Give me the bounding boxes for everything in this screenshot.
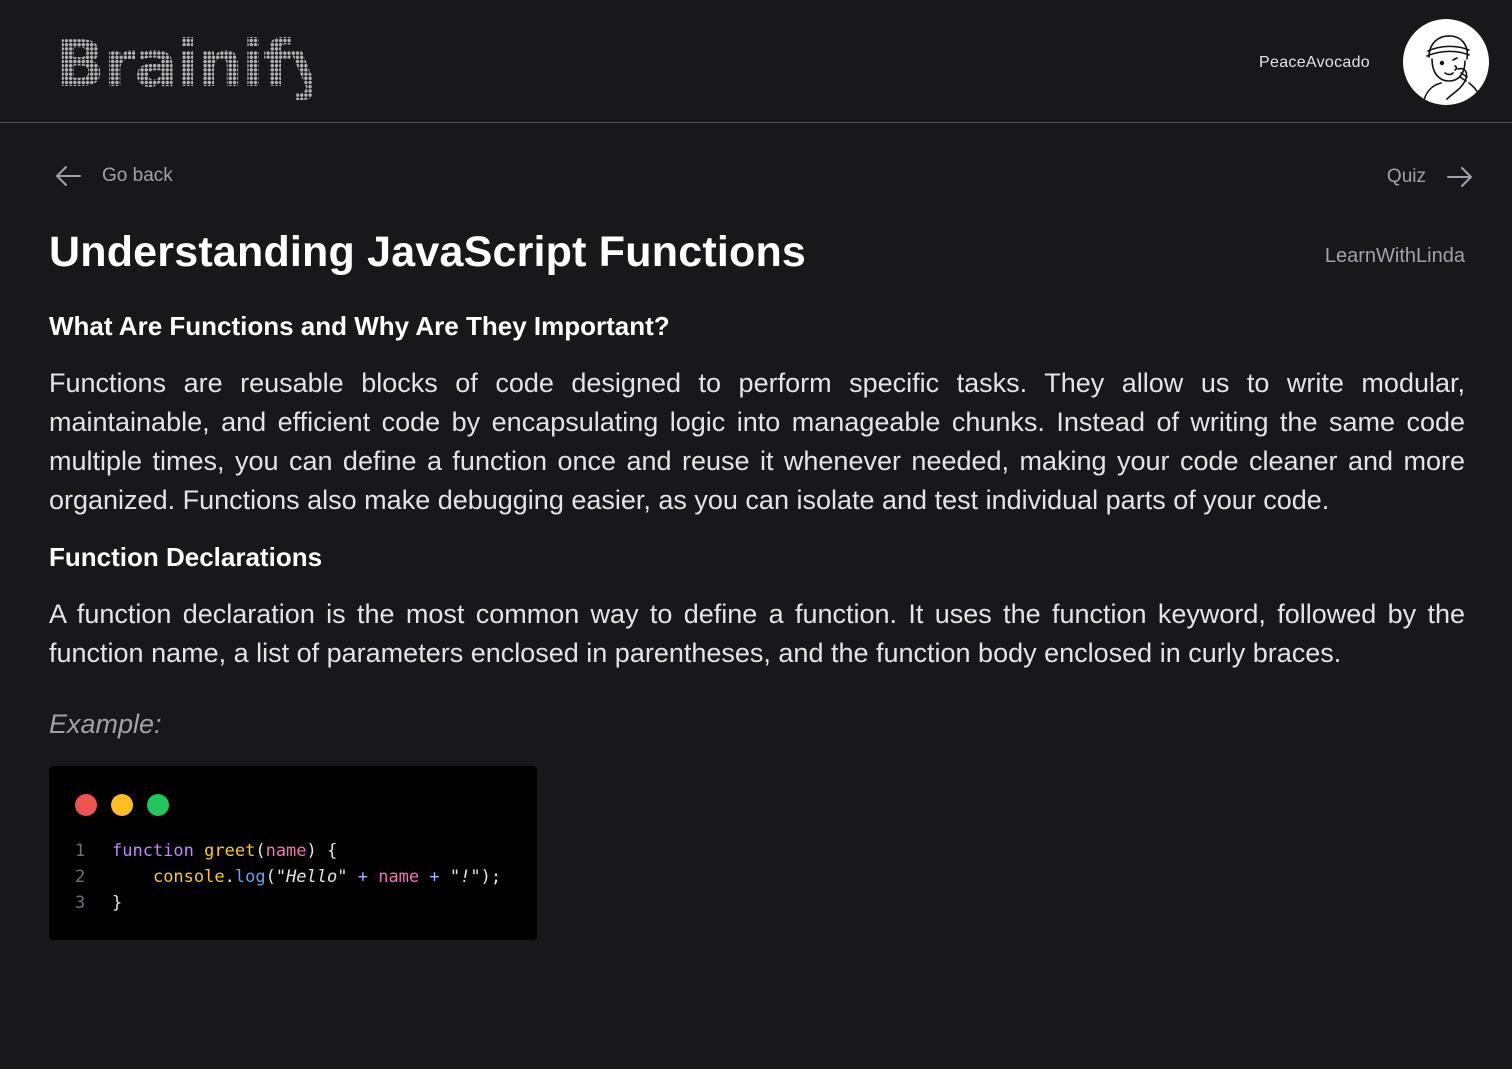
code-method: log xyxy=(234,867,266,887)
brainify-logo[interactable]: Brainify xyxy=(56,30,312,102)
code-example-card: 1 function greet ( name ) { 2 console . … xyxy=(49,766,537,940)
code-line: 2 console . log ( "Hello" + name + "!" )… xyxy=(75,864,511,890)
code-param: name xyxy=(265,841,307,861)
code-punct: . xyxy=(224,867,235,887)
line-number: 2 xyxy=(75,867,86,887)
top-bar: Brainify PeaceAvocado xyxy=(0,0,1512,123)
code-object: console xyxy=(152,867,225,887)
code-line: 3 } xyxy=(75,890,511,916)
code-function-name: greet xyxy=(204,841,256,861)
go-back-link[interactable]: Go back xyxy=(54,164,173,188)
code-variable: name xyxy=(378,867,420,887)
arrow-left-icon xyxy=(56,166,81,186)
article-content: What Are Functions and Why Are They Impo… xyxy=(49,311,1465,940)
section-paragraph: Functions are reusable blocks of code de… xyxy=(49,368,1465,515)
section-heading: Function Declarations xyxy=(49,542,323,572)
code-keyword: function xyxy=(112,841,194,861)
red-dot-icon xyxy=(75,794,97,816)
line-number: 3 xyxy=(75,893,86,913)
code-string: "Hello" xyxy=(275,867,348,887)
go-back-label: Go back xyxy=(102,165,173,186)
user-avatar[interactable] xyxy=(1403,19,1489,105)
example-label: Example: xyxy=(49,709,162,739)
yellow-dot-icon xyxy=(111,794,133,816)
code-punct: ); xyxy=(480,867,502,887)
quiz-label: Quiz xyxy=(1386,166,1426,187)
username[interactable]: PeaceAvocado xyxy=(1259,54,1370,72)
code-punct: ( xyxy=(255,841,266,861)
green-dot-icon xyxy=(147,794,169,816)
section-heading: What Are Functions and Why Are They Impo… xyxy=(49,311,670,341)
code-punct: ) { xyxy=(306,841,338,861)
svg-text:Brainify: Brainify xyxy=(56,30,312,102)
author-name[interactable]: LearnWithLinda xyxy=(1325,245,1465,268)
code-block: 1 function greet ( name ) { 2 console . … xyxy=(75,838,511,916)
section-paragraph: A function declaration is the most commo… xyxy=(49,599,1465,668)
code-punct: } xyxy=(112,893,123,913)
page-title: Understanding JavaScript Functions xyxy=(49,228,807,276)
code-string: "!" xyxy=(449,867,481,887)
line-number: 1 xyxy=(75,841,86,861)
arrow-right-icon xyxy=(1447,167,1472,187)
window-controls xyxy=(75,794,511,816)
code-operator: + xyxy=(419,867,450,887)
code-line: 1 function greet ( name ) { xyxy=(75,838,511,864)
quiz-link[interactable]: Quiz xyxy=(1387,165,1474,189)
code-punct: ( xyxy=(265,867,276,887)
avatar-illustration-icon xyxy=(1422,35,1484,105)
code-operator: + xyxy=(347,867,379,887)
